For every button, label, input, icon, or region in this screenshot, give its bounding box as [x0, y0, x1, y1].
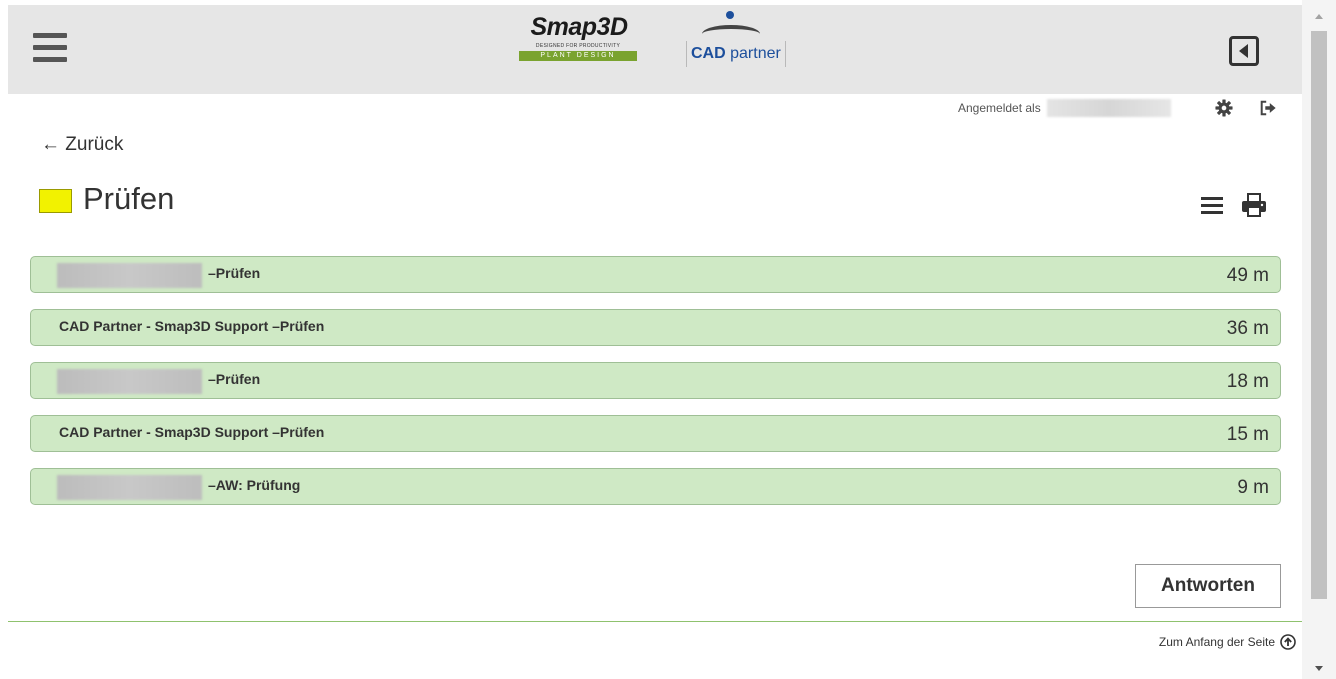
back-to-top-link[interactable]: Zum Anfang der Seite	[1159, 634, 1296, 650]
footer-divider	[8, 621, 1302, 622]
message-subject: –Prüfen	[208, 265, 261, 281]
status-color-swatch	[39, 189, 72, 213]
hamburger-menu-icon[interactable]	[33, 33, 67, 63]
sender-redacted	[57, 263, 202, 288]
arrow-up-circle-icon	[1280, 634, 1296, 650]
scroll-down-arrow-icon[interactable]	[1315, 666, 1323, 671]
smap3d-logo-title: Smap3D	[530, 13, 628, 41]
settings-gear-icon[interactable]	[1215, 99, 1233, 117]
message-age: 15 m	[1226, 424, 1269, 445]
answer-button[interactable]: Antworten	[1135, 564, 1281, 608]
message-row[interactable]: –Prüfen 18 m	[30, 362, 1281, 399]
sender-redacted	[57, 369, 202, 394]
message-subject: CAD Partner - Smap3D Support –Prüfen	[59, 318, 325, 334]
scrollbar[interactable]	[1302, 0, 1336, 679]
message-age: 18 m	[1226, 371, 1269, 392]
smap3d-logo-bar: PLANT DESIGN	[519, 51, 637, 61]
print-icon[interactable]	[1241, 193, 1267, 217]
username-redacted	[1046, 99, 1171, 117]
page-title: Prüfen	[83, 181, 175, 216]
message-subject: –Prüfen	[208, 371, 261, 387]
message-row[interactable]: –Prüfen 49 m	[30, 256, 1281, 293]
sender-redacted	[57, 475, 202, 500]
cad-partner-logo-dot	[726, 11, 734, 19]
logout-icon[interactable]	[1259, 99, 1277, 117]
message-subject: –AW: Prüfung	[208, 477, 301, 493]
list-view-icon[interactable]	[1201, 197, 1223, 215]
scrollbar-thumb[interactable]	[1311, 31, 1327, 599]
smap3d-logo-tagline: DESIGNED FOR PRODUCTIVITY	[535, 43, 621, 49]
message-list: –Prüfen 49 m CAD Partner - Smap3D Suppor…	[30, 256, 1281, 521]
header-bar: Smap3D DESIGNED FOR PRODUCTIVITY PLANT D…	[8, 5, 1302, 94]
app-page: Smap3D DESIGNED FOR PRODUCTIVITY PLANT D…	[0, 0, 1336, 679]
message-age: 36 m	[1226, 318, 1269, 339]
logged-in-info: Angemeldet als	[958, 98, 1171, 118]
logged-in-label: Angemeldet als	[958, 101, 1041, 115]
message-row[interactable]: CAD Partner - Smap3D Support –Prüfen 15 …	[30, 415, 1281, 452]
message-row[interactable]: –AW: Prüfung 9 m	[30, 468, 1281, 505]
back-to-top-label: Zum Anfang der Seite	[1158, 635, 1275, 649]
back-link[interactable]: ← Zurück	[41, 134, 123, 156]
message-age: 9 m	[1237, 477, 1269, 498]
message-row[interactable]: CAD Partner - Smap3D Support –Prüfen 36 …	[30, 309, 1281, 346]
cad-partner-logo: CAD partner	[680, 11, 800, 69]
scroll-up-arrow-icon[interactable]	[1315, 14, 1323, 19]
smap3d-logo: Smap3D DESIGNED FOR PRODUCTIVITY PLANT D…	[517, 13, 647, 69]
collapse-panel-icon[interactable]	[1229, 36, 1259, 66]
message-subject: CAD Partner - Smap3D Support –Prüfen	[59, 424, 325, 440]
message-age: 49 m	[1226, 265, 1269, 286]
cad-partner-logo-text: CAD partner	[686, 41, 786, 67]
